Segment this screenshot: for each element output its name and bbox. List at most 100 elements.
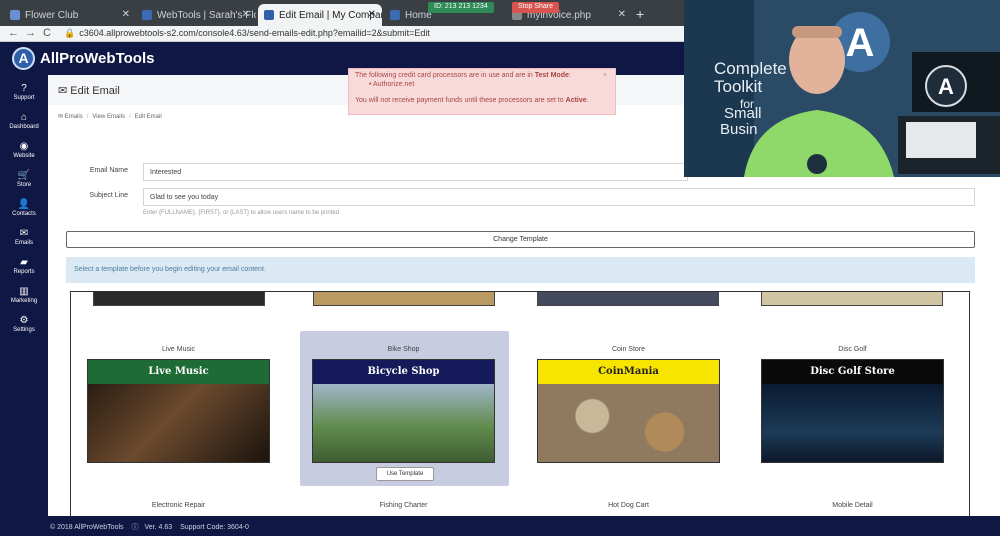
sidebar-item-label: Reports [13, 269, 35, 275]
footer-copyright: © 2018 AllProWebTools [50, 524, 124, 531]
sign-text: Busin [720, 121, 758, 138]
template-name: Live Music [161, 346, 196, 353]
template-photo [313, 384, 494, 462]
template-photo [762, 384, 943, 462]
stop-share-button[interactable]: Stop Share [512, 2, 560, 13]
sidebar-item-label: Website [13, 153, 35, 159]
logo-icon[interactable]: A [12, 47, 35, 70]
alert-bold: Active [565, 97, 587, 104]
template-thumb-coin-store[interactable]: CoinMania [537, 359, 720, 463]
template-banner: Bicycle Shop [313, 360, 494, 384]
url-field[interactable]: 🔒 c3604.allprowebtools-s2.com/console4.63… [64, 28, 684, 41]
favicon-icon [10, 10, 20, 20]
template-thumb-partial[interactable] [537, 292, 719, 306]
template-banner: CoinMania [538, 360, 719, 384]
template-name: Mobile Detail [832, 502, 873, 509]
template-thumb-partial[interactable] [93, 292, 265, 306]
template-name: Disc Golf [838, 346, 867, 353]
sidebar-item-label: Settings [13, 327, 35, 333]
close-icon[interactable]: ✕ [242, 9, 250, 20]
template-thumb-bike-shop[interactable]: Bicycle Shop [312, 359, 495, 463]
home-icon: ⌂ [20, 112, 28, 123]
sidebar-item-emails[interactable]: ✉ Emails [0, 228, 48, 246]
alert-list-item: • Authorize.net [369, 81, 415, 88]
template-thumb-disc-golf[interactable]: Disc Golf Store [761, 359, 944, 463]
close-icon[interactable]: ✕ [368, 9, 376, 20]
alert-text: : [568, 72, 571, 79]
footer-support-code: Support Code: 3604-0 [180, 524, 249, 531]
alert-line-2: You will not receive payment funds until… [355, 97, 609, 104]
close-icon[interactable]: ✕ [618, 9, 626, 20]
template-gallery[interactable]: Live Music Live Music Bike Shop Bicycle … [70, 291, 970, 516]
info-icon: ⓘ [131, 524, 139, 531]
sidebar-item-label: Marketing [10, 298, 38, 304]
sidebar-item-reports[interactable]: ▰ Reports [0, 257, 48, 275]
close-icon[interactable]: ✕ [122, 9, 130, 20]
sidebar-item-label: Contacts [12, 211, 36, 217]
back-icon[interactable]: ← [8, 27, 19, 39]
sidebar-item-support[interactable]: ? Support [0, 83, 48, 101]
sidebar-item-label: Emails [14, 240, 33, 246]
webcam-overlay: A Complete Toolkit for Small Busin A [684, 0, 1000, 177]
sidebar-item-website[interactable]: ◉ Website [0, 141, 48, 159]
select-template-hint: Select a template before you begin editi… [66, 257, 975, 283]
template-name: Hot Dog Cart [608, 502, 649, 509]
template-banner: Disc Golf Store [762, 360, 943, 384]
change-template-button[interactable]: Change Template [66, 231, 975, 248]
tab-edit-email[interactable]: Edit Email | My Company* ✕ [258, 4, 382, 26]
webcam-video: A Complete Toolkit for Small Busin A [684, 0, 1000, 177]
sidebar: ? Support ⌂ Dashboard ◉ Website 🛒 Store … [0, 75, 48, 516]
footer-version: Ver. 4.63 [144, 524, 173, 531]
alert-text: You will not receive payment funds until… [355, 97, 566, 104]
breadcrumb-view-emails[interactable]: View Emails [92, 114, 125, 120]
alert-text: . [586, 97, 589, 104]
favicon-icon [390, 10, 400, 20]
test-mode-alert: × The following credit card processors a… [348, 68, 616, 115]
subject-line-label: Subject Line [89, 192, 128, 199]
sign-text: Complete [714, 59, 787, 78]
cart-icon: 🛒 [17, 170, 31, 181]
subject-line-field[interactable]: Glad to see you today [143, 188, 975, 206]
alert-text: The following credit card processors are… [355, 72, 535, 79]
gear-icon: ⚙ [19, 315, 29, 326]
user-icon: 👤 [17, 199, 31, 210]
sidebar-item-settings[interactable]: ⚙ Settings [0, 315, 48, 333]
tab-label: Edit Email | My Company* [279, 9, 382, 21]
breadcrumb: ✉ Emails / View Emails / Edit Email [58, 113, 162, 120]
bar-chart-icon: ▥ [19, 286, 29, 297]
template-thumb-partial[interactable] [313, 292, 495, 306]
template-name: Coin Store [611, 346, 646, 353]
envelope-icon: ✉ [58, 85, 68, 97]
template-banner: Live Music [88, 360, 269, 384]
tab-flower-club[interactable]: Flower Club ✕ [4, 4, 136, 26]
template-name: Bike Shop [387, 346, 420, 353]
template-thumb-partial[interactable] [761, 292, 943, 306]
subject-help-text: Enter {FULLNAME}, {FIRST}, or {LAST} to … [143, 210, 340, 216]
breadcrumb-edit-email: Edit Email [134, 114, 162, 120]
reload-icon[interactable]: C [43, 27, 51, 39]
forward-icon[interactable]: → [25, 27, 36, 39]
logo-text[interactable]: AllProWebTools [40, 50, 154, 67]
template-photo [538, 384, 719, 462]
lock-icon: 🔒 [64, 28, 76, 38]
sidebar-item-marketing[interactable]: ▥ Marketing [0, 286, 48, 304]
tab-webtools[interactable]: WebTools | Sarah's Flowe ✕ [136, 4, 256, 26]
sidebar-item-store[interactable]: 🛒 Store [0, 170, 48, 188]
template-photo [88, 384, 269, 462]
alert-bold: Test Mode [534, 72, 569, 79]
email-name-field[interactable]: Interested [143, 163, 688, 181]
use-template-button[interactable]: Use Template [376, 467, 434, 481]
close-icon[interactable]: × [603, 72, 607, 79]
template-thumb-live-music[interactable]: Live Music [87, 359, 270, 463]
new-tab-icon[interactable]: + [636, 6, 644, 22]
breadcrumb-emails[interactable]: Emails [65, 114, 83, 120]
screen-share-indicator: ID: 213 213 1234 [428, 2, 494, 13]
sidebar-item-label: Store [16, 182, 32, 188]
sidebar-item-contacts[interactable]: 👤 Contacts [0, 199, 48, 217]
sidebar-item-dashboard[interactable]: ⌂ Dashboard [0, 112, 48, 130]
alert-processor: Authorize.net [373, 81, 415, 88]
template-name: Fishing Charter [379, 502, 428, 509]
svg-text:A: A [846, 21, 875, 65]
breadcrumb-separator: / [86, 114, 89, 120]
sign-text: Toolkit [714, 77, 762, 96]
